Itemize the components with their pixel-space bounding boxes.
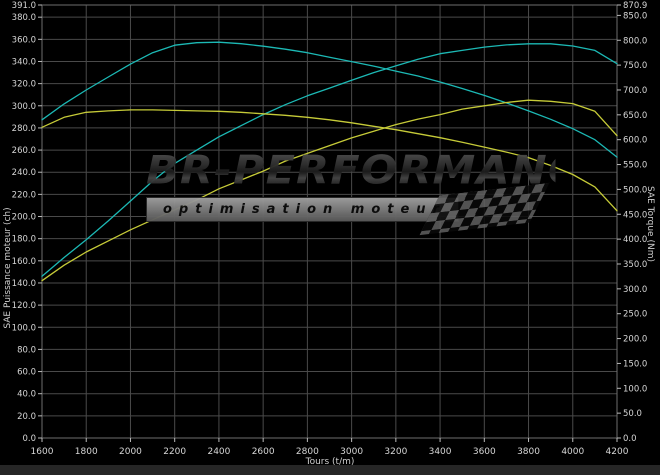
left-axis-tick-label: 220.0 — [12, 190, 36, 200]
x-axis-tick-label: 2600 — [252, 447, 275, 457]
torque-curve-cyan — [41, 41, 618, 158]
right-axis-tick-label: 870.9 — [623, 1, 647, 11]
left-axis-tick-label: 240.0 — [12, 168, 36, 178]
right-axis-tick-label: 650.0 — [623, 111, 647, 121]
left-axis-title: SAE Puissance moteur (ch) — [3, 207, 13, 329]
x-axis-tick-label: 3800 — [517, 447, 540, 457]
right-axis-tick-label: 700.0 — [623, 86, 647, 96]
dyno-chart-screen: 391.0 380.0 360.0 340.0 320.0 300.0 280.0 260.0… — [0, 0, 660, 475]
left-axis-tick-label: 120.0 — [12, 301, 36, 311]
right-axis-tick-label: 200.0 — [623, 335, 647, 345]
left-axis-tick-label: 260.0 — [12, 146, 36, 156]
left-axis-tick-label: 280.0 — [12, 124, 36, 134]
left-axis-tick-label: 60.0 — [17, 368, 36, 378]
x-axis-tick-label: 3600 — [473, 447, 496, 457]
x-axis-tick-label: 3000 — [340, 447, 363, 457]
left-axis-tick-label: 380.0 — [12, 13, 36, 23]
power-curve-yellow — [41, 99, 618, 282]
right-axis-tick-label: 150.0 — [623, 359, 647, 369]
left-axis-tick-label: 100.0 — [12, 323, 36, 333]
left-axis-tick-label: 180.0 — [12, 235, 36, 245]
right-axis-tick-label: 800.0 — [623, 36, 647, 46]
left-axis-tick-label: 20.0 — [17, 412, 36, 422]
x-axis-tick-label: 2800 — [296, 447, 319, 457]
right-axis-tick-label: 50.0 — [623, 409, 642, 419]
power-curve-cyan — [41, 43, 618, 277]
bottom-bar — [0, 465, 660, 475]
x-axis-tick-label: 3400 — [429, 447, 452, 457]
right-axis-tick-label: 850.0 — [623, 11, 647, 21]
left-axis-tick-label: 300.0 — [12, 102, 36, 112]
left-axis-tick-label: 391.0 — [12, 1, 36, 11]
x-axis-tick-label: 4000 — [561, 447, 584, 457]
x-axis-tick-label: 1600 — [31, 447, 54, 457]
torque-curve-yellow — [41, 109, 618, 212]
left-axis-tick-label: 160.0 — [12, 257, 36, 267]
left-axis-tick-label: 200.0 — [12, 213, 36, 223]
right-axis-tick-label: 750.0 — [623, 61, 647, 71]
x-axis-tick-label: 1800 — [75, 447, 98, 457]
x-axis-tick-label: 4200 — [606, 447, 629, 457]
x-axis-tick-label: 2000 — [119, 447, 142, 457]
right-axis-title: SAE Torque (Nm) — [645, 186, 655, 262]
x-axis-tick-label: 2400 — [207, 447, 230, 457]
left-axis-tick-label: 340.0 — [12, 57, 36, 67]
right-axis-tick-label: 300.0 — [623, 285, 647, 295]
right-axis-tick-label: 0.0 — [623, 434, 637, 444]
right-axis-tick-label: 350.0 — [623, 260, 647, 270]
right-axis-tick-label: 550.0 — [623, 161, 647, 171]
left-axis-tick-label: 140.0 — [12, 279, 36, 289]
right-axis-tick-label: 500.0 — [623, 185, 647, 195]
right-axis-tick-label: 250.0 — [623, 310, 647, 320]
right-axis-tick-label: 450.0 — [623, 210, 647, 220]
right-axis-tick-label: 400.0 — [623, 235, 647, 245]
left-axis-tick-label: 360.0 — [12, 35, 36, 45]
x-axis-tick-label: 3200 — [384, 447, 407, 457]
left-axis-tick-label: 0.0 — [22, 434, 36, 444]
left-axis-tick-label: 40.0 — [17, 390, 36, 400]
right-axis-tick-label: 100.0 — [623, 384, 647, 394]
left-axis-tick-label: 80.0 — [17, 345, 36, 355]
x-axis-tick-label: 2200 — [163, 447, 186, 457]
plot-border — [41, 4, 618, 439]
dyno-chart-plot: 391.0 380.0 360.0 340.0 320.0 300.0 280.0 260.0… — [12, 1, 648, 457]
right-axis-tick-label: 600.0 — [623, 136, 647, 146]
left-axis-tick-label: 320.0 — [12, 80, 36, 90]
